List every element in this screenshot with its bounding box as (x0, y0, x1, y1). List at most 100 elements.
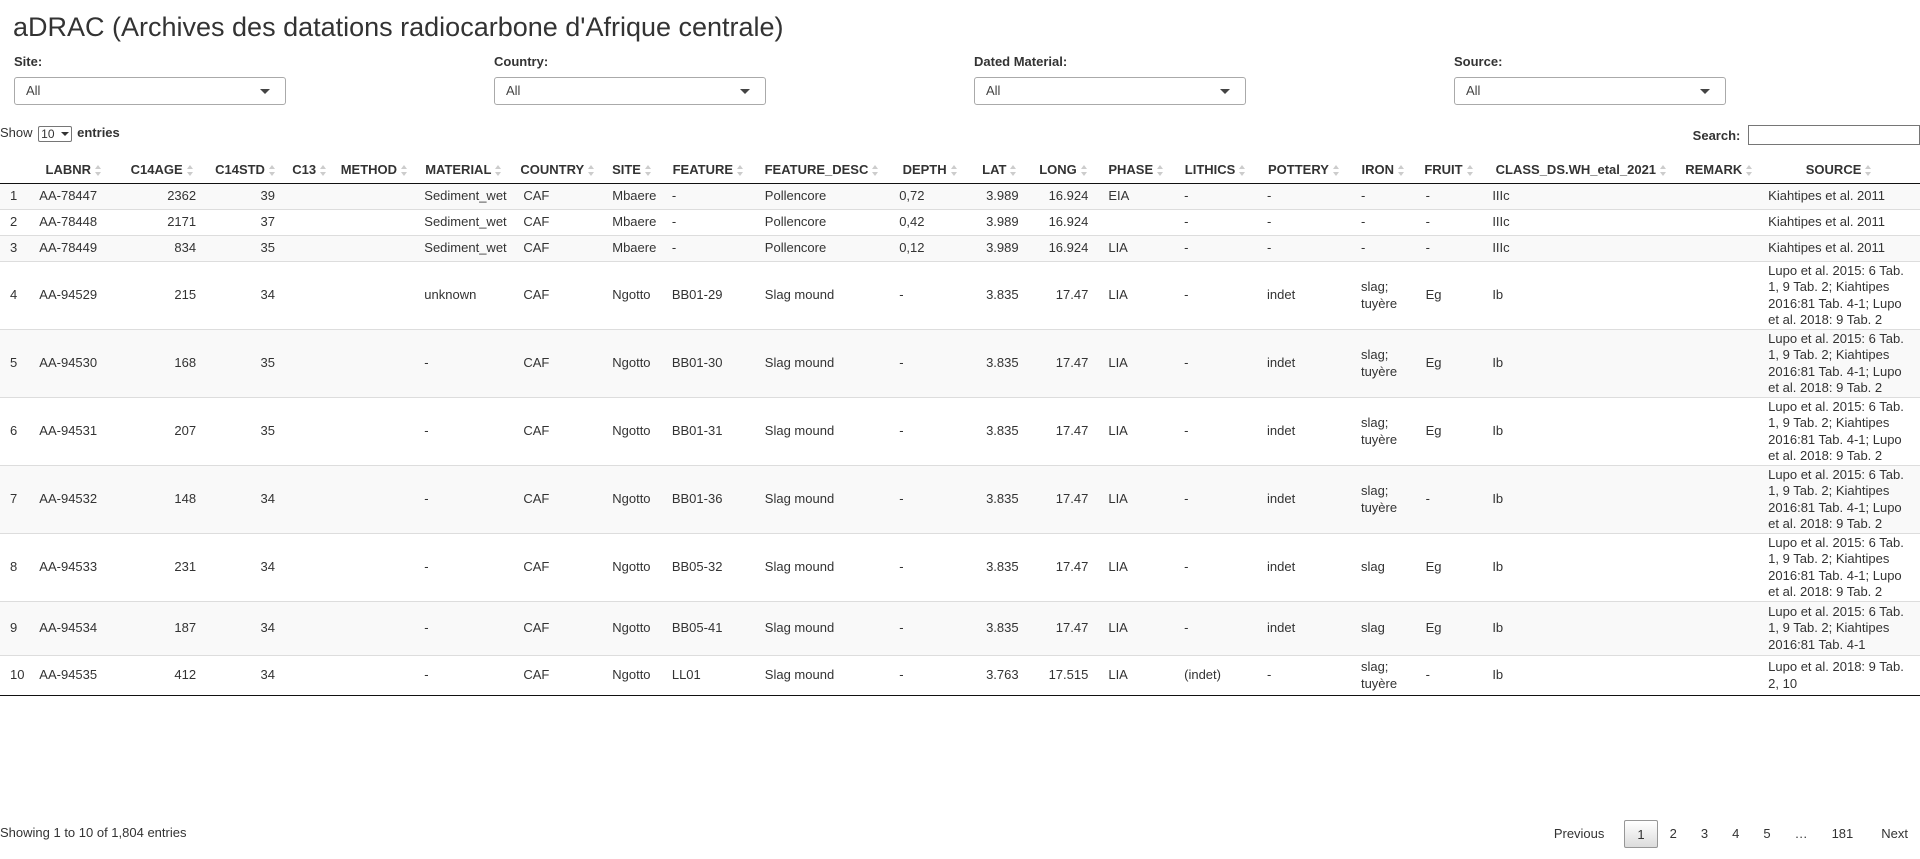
cell-phase: LIA (1098, 235, 1175, 262)
column-header-country[interactable]: COUNTRY (513, 155, 603, 184)
column-header-c14std[interactable]: C14STD (206, 155, 285, 184)
cell-feature: BB01-36 (661, 465, 755, 534)
row-number-cell: 8 (0, 533, 30, 602)
country-select[interactable]: All (494, 77, 766, 105)
column-header-label: FEATURE (672, 161, 734, 177)
page-button-5[interactable]: 5 (1751, 820, 1782, 848)
column-header-long[interactable]: LONG (1028, 155, 1099, 184)
sort-icon (950, 164, 958, 176)
table-row[interactable]: 10 AA-94535 412 34- CAF Ngotto LL01 Slag mound -… (0, 655, 1920, 696)
cell-method (334, 533, 415, 602)
cell-c13 (284, 533, 335, 602)
table-row[interactable]: 8 AA-94533 231 34- CAF Ngotto BB05-32 Slag moun… (0, 533, 1920, 602)
cell-iron: slag (1350, 601, 1416, 656)
column-header-pottery[interactable]: POTTERY (1256, 155, 1351, 184)
cell-feature: - (661, 235, 755, 262)
cell-material: Sediment_wet (414, 183, 514, 210)
chevron-down-icon (60, 132, 69, 137)
cell-lithics: - (1174, 209, 1257, 236)
cell-remark (1680, 655, 1759, 696)
dated-material-select[interactable]: All (974, 77, 1246, 105)
cell-fruit: - (1415, 183, 1483, 210)
cell-long: 17.47 (1028, 465, 1099, 534)
cell-c13 (284, 465, 335, 534)
column-header-class-ds-wh-etal-2021[interactable]: CLASS_DS.WH_etal_2021 (1482, 155, 1681, 184)
column-header-lithics[interactable]: LITHICS (1174, 155, 1257, 184)
cell-c13 (284, 209, 335, 236)
column-header-label: COUNTRY (520, 161, 585, 177)
sort-icon (1865, 164, 1872, 176)
cell-class-ds-wh-etal-2021: Ib (1482, 533, 1681, 602)
table-row[interactable]: 9 AA-94534 187 34- CAF Ngotto BB05-41 Slag moun… (0, 601, 1920, 656)
column-header-labnr[interactable]: LABNR (29, 155, 119, 184)
page-button-2[interactable]: 2 (1658, 820, 1689, 848)
cell-source: Kiahtipes et al. 2011 (1758, 209, 1920, 236)
column-header-lat[interactable]: LAT (971, 155, 1029, 184)
cell-feature-desc: Slag mound (754, 329, 890, 398)
cell-fruit: Eg (1415, 601, 1483, 656)
column-header-remark[interactable]: REMARK (1680, 155, 1759, 184)
cell-lat: 3.989 (971, 235, 1029, 262)
cell-feature-desc: Slag mound (754, 655, 890, 696)
chevron-down-icon (740, 89, 750, 94)
page-button-181[interactable]: 181 (1820, 820, 1866, 848)
page-button-3[interactable]: 3 (1689, 820, 1720, 848)
table-row[interactable]: 3 AA-78449 834 35 Sediment_wet CAF Mbaere - Poll… (0, 235, 1920, 262)
cell-source: Lupo et al. 2015: 6 Tab. 1, 9 Tab. 2; Ki… (1758, 601, 1920, 656)
cell-labnr: AA-78447 (29, 183, 119, 210)
page-button-4[interactable]: 4 (1720, 820, 1751, 848)
column-header-rownum[interactable] (0, 155, 30, 184)
column-header-label: LABNR (45, 161, 92, 177)
table-row[interactable]: 1 AA-78447 2362 39 Sediment_wet CAF Mbaere - Pol… (0, 183, 1920, 210)
search-input[interactable] (1748, 125, 1920, 145)
site-select[interactable]: All (14, 77, 286, 105)
column-header-feature[interactable]: FEATURE (661, 155, 755, 184)
sort-icon (1332, 164, 1340, 176)
cell-feature: BB05-32 (661, 533, 755, 602)
cell-pottery: indet (1256, 465, 1351, 534)
cell-c14age: 2171 (118, 209, 207, 236)
sort-icon (1010, 164, 1017, 176)
cell-depth: - (889, 329, 972, 398)
cell-c14age: 148 (118, 465, 207, 534)
page-button-1[interactable]: 1 (1624, 820, 1658, 848)
source-select[interactable]: All (1454, 77, 1726, 105)
column-header-source[interactable]: SOURCE (1758, 155, 1920, 184)
cell-labnr: AA-94535 (29, 655, 119, 696)
cell-iron: slag; tuyère (1350, 397, 1416, 466)
country-select-value: All (506, 83, 521, 98)
dated-material-select-value: All (986, 83, 1001, 98)
length-select[interactable]: 10 (38, 125, 72, 142)
cell-phase: LIA (1098, 329, 1175, 398)
previous-button[interactable]: Previous (1542, 820, 1617, 848)
column-header-phase[interactable]: PHASE (1098, 155, 1175, 184)
cell-source: Lupo et al. 2015: 6 Tab. 1, 9 Tab. 2; Ki… (1758, 261, 1920, 330)
cell-feature: - (661, 183, 755, 210)
column-header-fruit[interactable]: FRUIT (1415, 155, 1483, 184)
table-row[interactable]: 6 AA-94531 207 35- CAF Ngotto BB01-31 Slag moun… (0, 397, 1920, 466)
column-header-iron[interactable]: IRON (1350, 155, 1416, 184)
cell-pottery: indet (1256, 329, 1351, 398)
cell-c14std: 34 (206, 655, 285, 696)
column-header-site[interactable]: SITE (602, 155, 662, 184)
cell-iron: slag; tuyère (1350, 655, 1416, 696)
sort-icon (1398, 164, 1405, 176)
column-header-c14age[interactable]: C14AGE (118, 155, 207, 184)
sort-icon (737, 164, 744, 176)
chevron-down-icon (260, 89, 270, 94)
column-header-c13[interactable]: C13 (284, 155, 335, 184)
table-row[interactable]: 5 AA-94530 168 35- CAF Ngotto BB01-30 Slag moun… (0, 329, 1920, 398)
length-value: 10 (41, 126, 55, 141)
column-header-method[interactable]: METHOD (334, 155, 415, 184)
column-header-feature-desc[interactable]: FEATURE_DESC (754, 155, 890, 184)
next-button[interactable]: Next (1869, 820, 1920, 848)
column-header-depth[interactable]: DEPTH (889, 155, 972, 184)
table-row[interactable]: 2 AA-78448 2171 37 Sediment_wet CAF Mbaere - Pol… (0, 209, 1920, 236)
cell-labnr: AA-94533 (29, 533, 119, 602)
column-header-material[interactable]: MATERIAL (414, 155, 514, 184)
column-header-label: LITHICS (1184, 161, 1236, 177)
table-row[interactable]: 7 AA-94532 148 34- CAF Ngotto BB01-36 Slag moun… (0, 465, 1920, 534)
column-header-label: SITE (612, 161, 641, 177)
cell-class-ds-wh-etal-2021: IIIc (1482, 209, 1681, 236)
table-row[interactable]: 4 AA-94529 215 34 unknown CAF Ngotto BB01-29 Sla… (0, 261, 1920, 330)
